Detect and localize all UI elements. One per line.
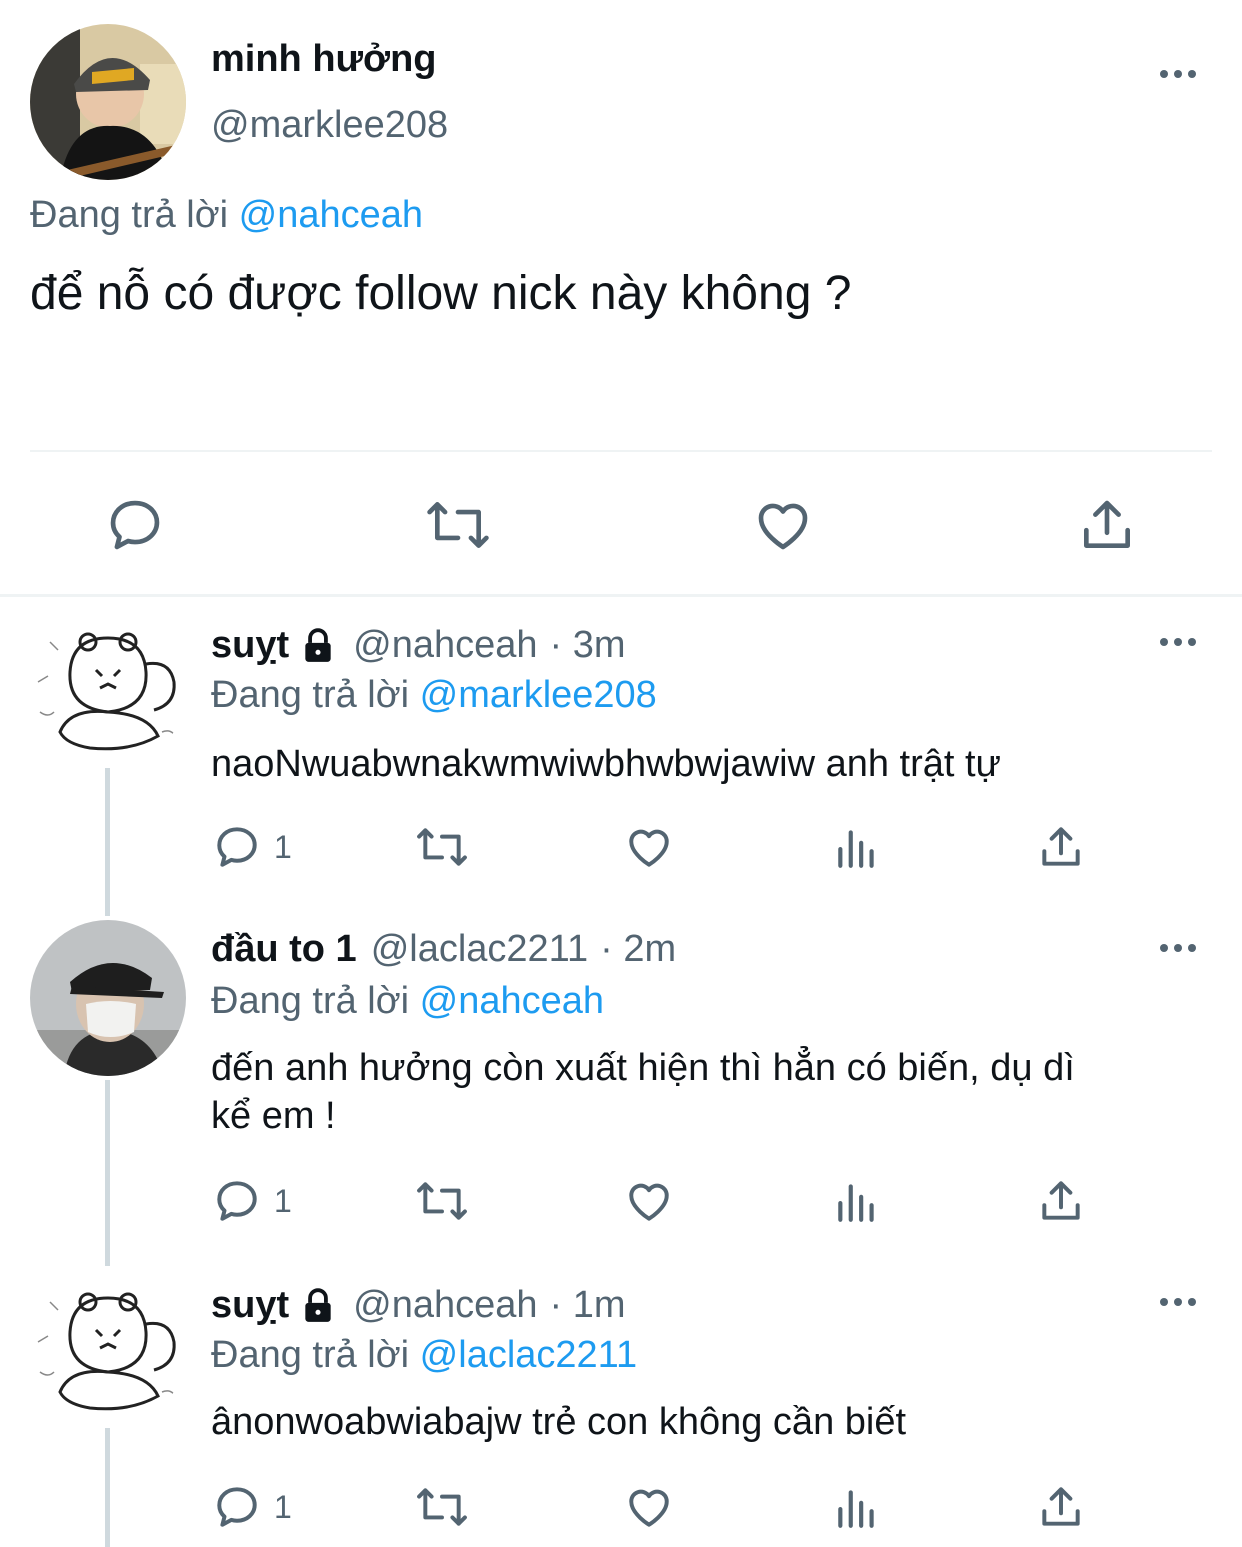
reply-button[interactable]: 1 bbox=[212, 1176, 292, 1226]
reply-text-line: đến anh hưởng còn xuất hiện thì hẳn có b… bbox=[211, 1047, 1075, 1089]
like-heart-icon bbox=[758, 503, 808, 550]
reply-button[interactable]: 1 bbox=[212, 1482, 292, 1532]
timestamp[interactable]: · 3m bbox=[550, 624, 626, 667]
replying-mention[interactable]: @nahceah bbox=[420, 980, 604, 1022]
replying-label: Đang trả lời bbox=[30, 194, 229, 236]
like-button[interactable] bbox=[752, 494, 814, 556]
views-chart-icon bbox=[838, 830, 874, 868]
reply-icon bbox=[217, 1487, 257, 1527]
thread-line bbox=[105, 1080, 110, 1266]
handle[interactable]: @nahceah bbox=[353, 1284, 537, 1327]
display-name[interactable]: suỵt bbox=[211, 1284, 289, 1327]
lock-icon bbox=[305, 1287, 331, 1322]
share-button[interactable] bbox=[1036, 1482, 1086, 1532]
share-icon bbox=[1042, 1181, 1080, 1220]
reply-text-line: ânonwoabwiabajw trẻ con không cần biết bbox=[211, 1401, 907, 1443]
reply-count: 1 bbox=[274, 828, 292, 865]
display-name[interactable]: suỵt bbox=[211, 624, 289, 667]
retweet-button[interactable] bbox=[414, 822, 470, 872]
share-icon bbox=[1084, 500, 1130, 548]
like-button[interactable] bbox=[624, 1482, 674, 1532]
reply-header: suỵt @nahceah · 3m bbox=[211, 624, 626, 667]
more-dots-icon[interactable] bbox=[1158, 636, 1198, 648]
like-heart-icon bbox=[629, 829, 669, 867]
tweet-text: để nỗ có được follow nick này không ? bbox=[30, 267, 852, 320]
more-dots-icon[interactable] bbox=[1158, 68, 1198, 80]
reply-count: 1 bbox=[274, 1182, 292, 1219]
reply-button[interactable]: 1 bbox=[212, 822, 292, 872]
retweet-icon bbox=[417, 828, 467, 866]
reply-text-line: kể em ! bbox=[211, 1095, 336, 1137]
divider bbox=[30, 450, 1212, 452]
share-icon bbox=[1042, 1487, 1080, 1526]
retweet-button[interactable] bbox=[414, 1176, 470, 1226]
more-dots-icon[interactable] bbox=[1158, 1296, 1198, 1308]
reply-text: ânonwoabwiabajw trẻ con không cần biết bbox=[211, 1398, 906, 1446]
reply-button[interactable] bbox=[104, 494, 166, 556]
thread-line bbox=[105, 1428, 110, 1547]
replying-label: Đang trả lời bbox=[211, 1334, 410, 1376]
replying-label: Đang trả lời bbox=[211, 980, 410, 1022]
views-chart-icon bbox=[838, 1490, 874, 1528]
reply-header: suỵt @nahceah · 1m bbox=[211, 1284, 626, 1327]
share-icon bbox=[1042, 827, 1080, 866]
avatar[interactable] bbox=[30, 24, 186, 180]
display-name[interactable]: đầu to 1 bbox=[211, 928, 357, 971]
replying-to: Đang trả lời @laclac2211 bbox=[211, 1334, 637, 1377]
replying-to: Đang trả lời @nahceah bbox=[30, 194, 423, 237]
like-heart-icon bbox=[629, 1489, 669, 1527]
handle[interactable]: @nahceah bbox=[353, 624, 537, 667]
reply-text-line: naoNwuabwnakwmwiwbhwbwjawiw anh trật tự bbox=[211, 743, 1001, 785]
thread-line bbox=[105, 768, 110, 916]
reply-header: đầu to 1 @laclac2211 · 2m bbox=[211, 928, 676, 971]
display-name[interactable]: minh hưởng bbox=[211, 38, 437, 81]
like-heart-icon bbox=[629, 1183, 669, 1221]
lock-icon bbox=[305, 627, 331, 662]
views-button[interactable] bbox=[832, 1176, 882, 1226]
replying-mention[interactable]: @laclac2211 bbox=[420, 1334, 637, 1376]
retweet-icon bbox=[427, 502, 489, 548]
reply-text: đến anh hưởng còn xuất hiện thì hẳn có b… bbox=[211, 1044, 1075, 1140]
handle[interactable]: @laclac2211 bbox=[371, 928, 588, 971]
more-dots-icon[interactable] bbox=[1158, 942, 1198, 954]
handle[interactable]: @marklee208 bbox=[211, 104, 448, 147]
share-button[interactable] bbox=[1036, 822, 1086, 872]
section-divider bbox=[0, 594, 1242, 597]
replying-to: Đang trả lời @marklee208 bbox=[211, 674, 657, 717]
retweet-icon bbox=[417, 1488, 467, 1526]
reply-count: 1 bbox=[274, 1488, 292, 1525]
reply-icon bbox=[110, 500, 160, 550]
retweet-icon bbox=[417, 1182, 467, 1220]
replying-to: Đang trả lời @nahceah bbox=[211, 980, 604, 1023]
views-button[interactable] bbox=[832, 1482, 882, 1532]
avatar[interactable] bbox=[30, 1272, 186, 1428]
reply-icon bbox=[217, 1181, 257, 1221]
retweet-button[interactable] bbox=[414, 1482, 470, 1532]
reply-icon bbox=[217, 827, 257, 867]
timestamp[interactable]: · 2m bbox=[600, 928, 676, 971]
replying-mention[interactable]: @marklee208 bbox=[420, 674, 657, 716]
replying-label: Đang trả lời bbox=[211, 674, 410, 716]
replying-mention[interactable]: @nahceah bbox=[239, 194, 423, 236]
avatar[interactable] bbox=[30, 920, 186, 1076]
avatar[interactable] bbox=[30, 612, 186, 768]
share-button[interactable] bbox=[1076, 494, 1138, 556]
views-chart-icon bbox=[838, 1184, 874, 1222]
like-button[interactable] bbox=[624, 822, 674, 872]
views-button[interactable] bbox=[832, 822, 882, 872]
retweet-button[interactable] bbox=[424, 494, 492, 556]
timestamp[interactable]: · 1m bbox=[550, 1284, 626, 1327]
reply-text: naoNwuabwnakwmwiwbhwbwjawiw anh trật tự bbox=[211, 740, 1001, 788]
like-button[interactable] bbox=[624, 1176, 674, 1226]
share-button[interactable] bbox=[1036, 1176, 1086, 1226]
